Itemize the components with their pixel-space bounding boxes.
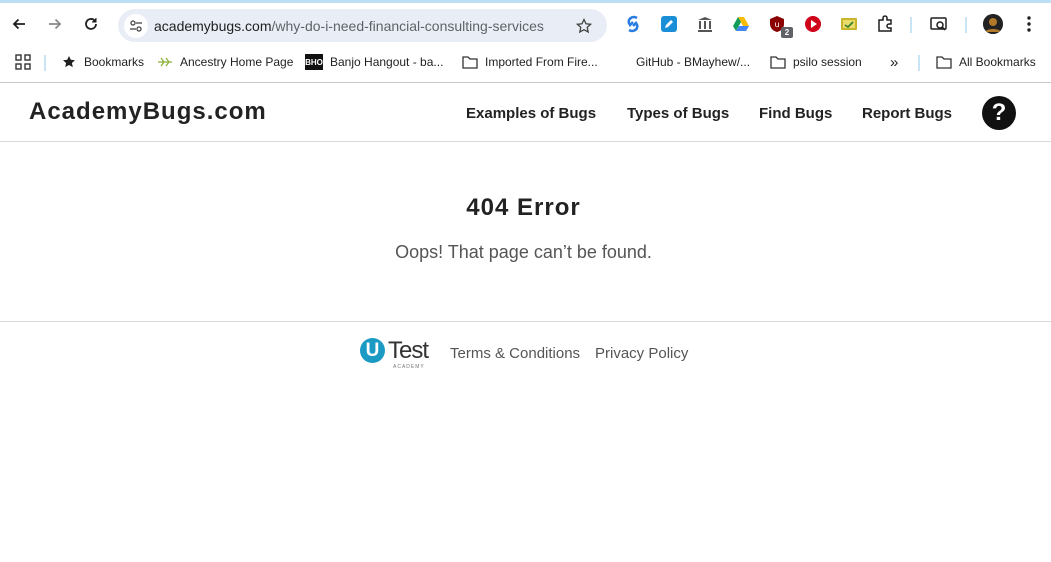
- bookmark-label: Ancestry Home Page: [180, 55, 294, 69]
- edit-icon: [661, 16, 677, 32]
- site-info-icon: [130, 20, 142, 32]
- help-button[interactable]: ?: [982, 96, 1016, 130]
- star-icon: [61, 54, 77, 70]
- folder-icon: [936, 54, 952, 70]
- site-header: AcademyBugs.com Examples of Bugs Types o…: [0, 83, 1051, 142]
- site-logo[interactable]: AcademyBugs.com: [29, 98, 267, 126]
- site-info-button[interactable]: [124, 14, 148, 38]
- utest-academy-logo[interactable]: U Test ACADEMY: [359, 337, 433, 371]
- bookmarks-separator: [918, 55, 920, 71]
- toolbar-separator: [965, 17, 967, 33]
- menu-icon: [1027, 16, 1031, 32]
- address-bar[interactable]: academybugs.com/why-do-i-need-financial-…: [118, 9, 607, 42]
- star-icon: [576, 18, 592, 34]
- all-bookmarks-label: All Bookmarks: [959, 55, 1036, 69]
- error-title: 404 Error: [466, 194, 581, 221]
- nav-types-of-bugs[interactable]: Types of Bugs: [627, 105, 729, 122]
- utest-logo-sub: ACADEMY: [393, 364, 425, 370]
- url-text[interactable]: academybugs.com/why-do-i-need-financial-…: [154, 18, 544, 34]
- bookmark-item[interactable]: Ancestry Home Page: [157, 53, 293, 71]
- back-button[interactable]: [7, 12, 31, 36]
- extension-badge: 2: [781, 27, 793, 38]
- privacy-link[interactable]: Privacy Policy: [595, 345, 688, 362]
- back-icon: [12, 18, 25, 30]
- folder-icon: [462, 54, 478, 70]
- apps-grid-icon: [15, 54, 31, 70]
- terms-link[interactable]: Terms & Conditions: [450, 345, 580, 362]
- search-tab-icon: [930, 17, 947, 31]
- play-icon: [805, 16, 821, 32]
- bookmark-label: Banjo Hangout - ba...: [330, 55, 444, 69]
- bookmark-label: GitHub - BMayhew/...: [636, 55, 751, 69]
- museum-icon: [698, 17, 712, 32]
- forward-icon: [49, 18, 62, 30]
- nav-report-bugs[interactable]: Report Bugs: [862, 105, 952, 122]
- bho-icon: BHO: [305, 54, 323, 70]
- reload-icon: [85, 18, 97, 30]
- avatar-icon: [983, 14, 1003, 34]
- forward-button[interactable]: [43, 12, 67, 36]
- leaf-icon: [157, 54, 173, 70]
- shield-extension[interactable]: u 2: [767, 14, 793, 38]
- main-content: 404 Error Oops! That page can’t be found…: [0, 143, 1051, 321]
- extensions-icon: [878, 15, 892, 32]
- coupon-icon: [841, 18, 857, 30]
- bookmark-folder[interactable]: Imported From Fire...: [462, 53, 598, 71]
- sync-extension[interactable]: [623, 14, 643, 34]
- svg-text:u: u: [774, 20, 779, 29]
- bookmark-label: Imported From Fire...: [485, 55, 598, 69]
- coupon-extension[interactable]: [839, 14, 859, 34]
- apps-button[interactable]: [15, 53, 38, 71]
- bookmarks-overflow-button[interactable]: »: [890, 53, 898, 71]
- sync-icon: [627, 15, 639, 33]
- github-icon: [613, 54, 629, 70]
- question-icon: ?: [991, 99, 1007, 126]
- bookmarks-bar: Bookmarks Ancestry Home Page BHO Banjo H…: [0, 45, 1051, 78]
- bookmark-label: psilo session: [793, 55, 862, 69]
- site-footer: U Test ACADEMY Terms & Conditions Privac…: [0, 321, 1051, 562]
- utest-logo-word: Test: [388, 337, 429, 364]
- reload-button[interactable]: [79, 12, 103, 36]
- url-path: /why-do-i-need-financial-consulting-serv…: [271, 18, 544, 34]
- play-extension[interactable]: [803, 14, 823, 34]
- browser-toolbar: academybugs.com/why-do-i-need-financial-…: [0, 3, 1051, 45]
- folder-icon: [770, 54, 786, 70]
- error-message: Oops! That page can’t be found.: [395, 242, 652, 262]
- bookmarks-separator: [44, 55, 46, 71]
- utest-logo-circle: U: [360, 338, 385, 363]
- museum-extension[interactable]: [695, 14, 715, 34]
- url-domain: academybugs.com: [154, 18, 272, 34]
- nav-find-bugs[interactable]: Find Bugs: [759, 105, 832, 122]
- drive-icon: [733, 17, 749, 31]
- nav-examples-of-bugs[interactable]: Examples of Bugs: [466, 105, 596, 122]
- toolbar-separator: [910, 17, 912, 33]
- drive-extension[interactable]: [731, 14, 751, 34]
- chevron-double-right-icon: »: [890, 53, 899, 71]
- extensions-button[interactable]: [875, 14, 895, 34]
- bookmark-star-button[interactable]: [573, 15, 595, 37]
- search-tab-button[interactable]: [929, 14, 949, 34]
- browser-menu-button[interactable]: [1019, 14, 1039, 34]
- edit-extension[interactable]: [659, 14, 679, 34]
- bookmark-item[interactable]: BHO Banjo Hangout - ba...: [305, 53, 443, 71]
- all-bookmarks-button[interactable]: All Bookmarks: [936, 53, 1036, 71]
- bookmark-item[interactable]: GitHub - BMayhew/...: [613, 53, 750, 71]
- bookmark-label: Bookmarks: [84, 55, 145, 69]
- bookmark-item[interactable]: Bookmarks: [61, 53, 144, 71]
- bookmark-folder[interactable]: psilo session: [770, 53, 862, 71]
- profile-avatar[interactable]: [983, 14, 1003, 34]
